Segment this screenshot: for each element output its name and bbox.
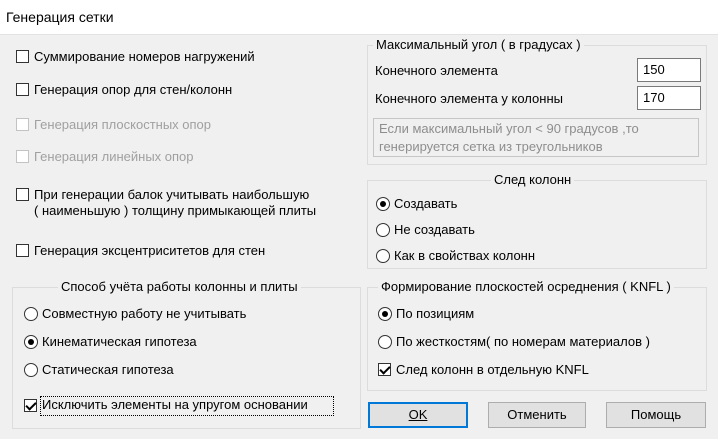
radio-trace-as-column-props[interactable] <box>376 249 390 263</box>
radio-trace-as-column-props-label[interactable]: Как в свойствах колонн <box>394 248 535 264</box>
radio-static-hypothesis[interactable] <box>24 363 38 377</box>
max-angle-group-title: Максимальный угол ( в градусах ) <box>373 37 584 53</box>
radio-create-trace[interactable] <box>376 197 390 211</box>
column-trace-group-title: След колонн <box>491 172 575 188</box>
gen-eccentricities-label[interactable]: Генерация эксцентриситетов для стен <box>34 243 265 259</box>
beam-thickness-label-line1[interactable]: При генерации балок учитывать наибольшую <box>34 187 309 203</box>
knfl-group-title: Формирование плоскостей осреднения ( KNF… <box>378 279 674 295</box>
separate-knfl-label[interactable]: След колонн в отдельную KNFL <box>396 362 589 378</box>
beam-thickness-label-line2[interactable]: ( наименьшую ) толщину примыкающей плиты <box>34 203 316 219</box>
gen-supports-walls-checkbox[interactable] <box>16 83 29 96</box>
gen-linear-supports-checkbox <box>16 150 29 163</box>
gen-linear-supports-label: Генерация линейных опор <box>34 149 194 164</box>
triangle-mesh-note-line1: Если максимальный угол < 90 градусов ,то <box>379 121 639 136</box>
separate-knfl-checkbox[interactable] <box>378 363 391 376</box>
help-button[interactable]: Помощь <box>606 402 706 428</box>
beam-thickness-checkbox[interactable] <box>16 188 29 201</box>
triangle-mesh-note: Если максимальный угол < 90 градусов ,то… <box>373 118 699 157</box>
radio-no-trace-label[interactable]: Не создавать <box>394 222 475 238</box>
gen-supports-walls-label[interactable]: Генерация опор для стен/колонн <box>34 82 232 98</box>
window-title: Генерация сетки <box>6 9 114 25</box>
gen-eccentricities-checkbox[interactable] <box>16 244 29 257</box>
radio-create-trace-label[interactable]: Создавать <box>394 196 457 212</box>
finite-element-angle-input[interactable]: 150 <box>637 58 701 82</box>
finite-element-angle-label: Конечного элемента <box>375 63 498 78</box>
column-element-angle-input[interactable]: 170 <box>637 86 701 110</box>
gen-planar-supports-checkbox <box>16 118 29 131</box>
cancel-button[interactable]: Отменить <box>488 402 586 428</box>
radio-by-stiffness[interactable] <box>378 335 392 349</box>
radio-by-positions-label[interactable]: По позициям <box>396 306 474 322</box>
radio-kinematic-hypothesis[interactable] <box>24 335 38 349</box>
gen-planar-supports-label: Генерация плоскостных опор <box>34 117 212 132</box>
column-element-angle-label: Конечного элемента у колонны <box>375 91 563 106</box>
radio-kinematic-hypothesis-label[interactable]: Кинематическая гипотеза <box>42 334 197 350</box>
radio-by-stiffness-label[interactable]: По жесткостям( по номерам материалов ) <box>396 334 650 350</box>
triangle-mesh-note-line2: генерируется сетка из треугольников <box>379 139 603 154</box>
sum-loads-label[interactable]: Суммирование номеров нагружений <box>34 49 255 65</box>
title-bar: Генерация сетки <box>0 0 718 35</box>
column-plate-group-title: Способ учёта работы колонны и плиты <box>58 279 301 295</box>
ok-button[interactable]: OK <box>368 402 468 428</box>
radio-by-positions[interactable] <box>378 307 392 321</box>
radio-no-joint-work[interactable] <box>24 307 38 321</box>
mesh-generation-dialog: Суммирование номеров нагружений Генераци… <box>0 35 718 439</box>
radio-static-hypothesis-label[interactable]: Статическая гипотеза <box>42 362 174 378</box>
radio-no-trace[interactable] <box>376 223 390 237</box>
exclude-elastic-checkbox[interactable] <box>24 399 37 412</box>
radio-no-joint-work-label[interactable]: Совместную работу не учитывать <box>42 306 246 322</box>
exclude-elastic-label[interactable]: Исключить элементы на упругом основании <box>42 397 308 413</box>
sum-loads-checkbox[interactable] <box>16 50 29 63</box>
